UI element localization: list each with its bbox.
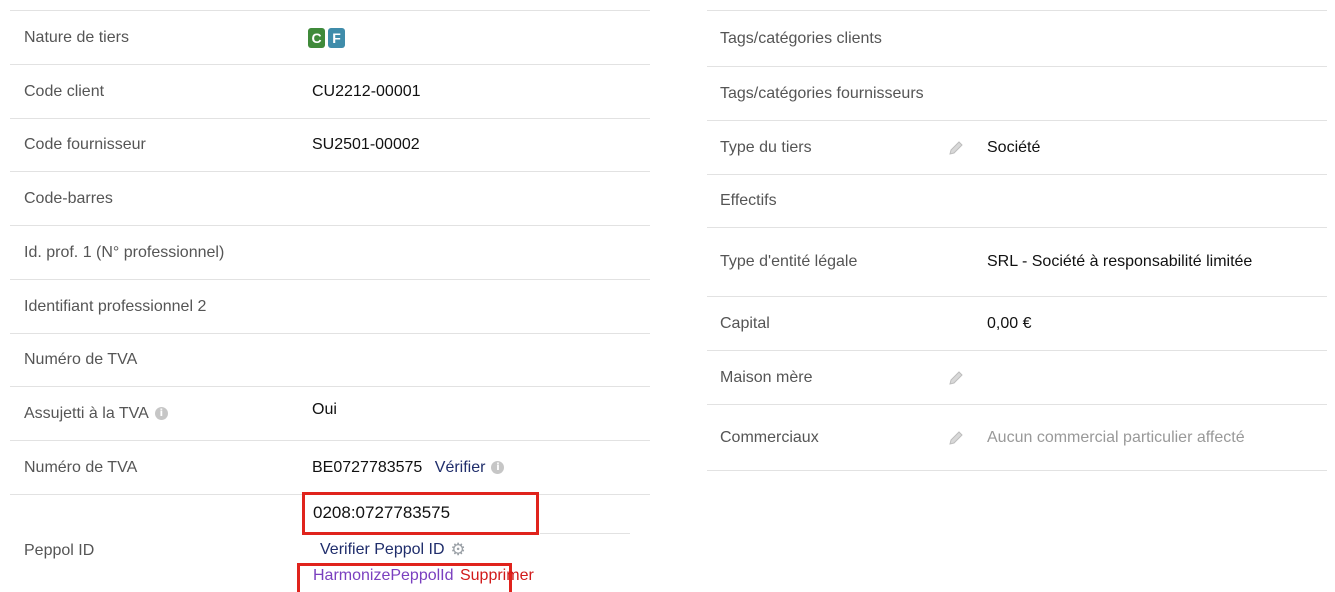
label-code-client: Code client (24, 82, 105, 100)
peppol-actions: HarmonizePeppolId Supprimer (313, 567, 534, 585)
row-code-client: Code client CU2212-00001 (10, 64, 650, 118)
row-code-barres: Code-barres (10, 171, 650, 225)
label-numero-tva: Numéro de TVA (24, 351, 138, 368)
row-id-prof-1: Id. prof. 1 (N° professionnel) (10, 225, 650, 279)
label-peppol-id: Peppol ID (24, 541, 95, 559)
label-numero-tva-2: Numéro de TVA (24, 458, 138, 476)
label-id-prof-1: Id. prof. 1 (N° professionnel) (24, 243, 225, 261)
value-capital: 0,00 € (987, 314, 1032, 332)
row-code-fournisseur: Code fournisseur SU2501-00002 (10, 118, 650, 171)
label-effectifs: Effectifs (720, 192, 777, 209)
value-code-client: CU2212-00001 (312, 82, 421, 100)
row-id-prof-2: Identifiant professionnel 2 (10, 279, 650, 333)
label-commerciaux: Commerciaux (720, 428, 819, 446)
label-nature-tiers: Nature de tiers (24, 28, 129, 46)
delete-peppol-id-link[interactable]: Supprimer (460, 567, 534, 584)
edit-maison-mere[interactable] (947, 369, 987, 387)
value-type-tiers: Société (987, 138, 1041, 156)
row-assujetti-tva: Assujetti à la TVA i Oui (10, 386, 650, 440)
label-maison-mere: Maison mère (720, 368, 813, 386)
value-code-fournisseur: SU2501-00002 (312, 136, 420, 153)
row-maison-mere: Maison mère (707, 350, 1327, 404)
value-commerciaux: Aucun commercial particulier affecté (987, 428, 1245, 446)
row-type-tiers: Type du tiers Société (707, 120, 1327, 174)
value-numero-tva-2-wrap: BE0727783575 Vérifier i (300, 459, 650, 477)
harmonize-peppol-id-link[interactable]: HarmonizePeppolId (313, 567, 454, 584)
nature-tiers-badges: CF (300, 27, 650, 48)
supplier-badge: F (328, 27, 345, 48)
value-numero-tva-2: BE0727783575 (312, 458, 423, 476)
verify-vat-link[interactable]: Vérifier (435, 459, 486, 476)
pencil-icon[interactable] (947, 139, 965, 157)
right-info-panel: Tags/catégories clients Tags/catégories … (707, 10, 1327, 471)
label-assujetti-tva: Assujetti à la TVA (24, 404, 149, 422)
label-type-tiers: Type du tiers (720, 138, 812, 156)
row-tags-clients: Tags/catégories clients (707, 10, 1327, 66)
label-tags-clients: Tags/catégories clients (720, 29, 882, 47)
customer-badge: C (308, 27, 325, 48)
edit-commerciaux[interactable] (947, 429, 987, 447)
verify-peppol-id-link[interactable]: Verifier Peppol ID (320, 541, 445, 558)
row-effectifs: Effectifs (707, 174, 1327, 227)
label-code-fournisseur: Code fournisseur (24, 136, 146, 153)
row-capital: Capital 0,00 € (707, 296, 1327, 350)
info-icon[interactable]: i (154, 406, 168, 420)
label-tags-fournisseurs: Tags/catégories fournisseurs (720, 84, 924, 102)
label-capital: Capital (720, 314, 770, 332)
value-assujetti-tva: Oui (312, 400, 337, 418)
label-assujetti-tva-wrap: Assujetti à la TVA i (10, 405, 300, 423)
row-nature-tiers: Nature de tiers CF (10, 10, 650, 64)
row-type-entite-legale: Type d'entité légale SRL - Société à res… (707, 227, 1327, 296)
value-peppol-id: 0208:0727783575 (313, 503, 451, 522)
label-id-prof-2: Identifiant professionnel 2 (24, 297, 207, 315)
value-type-entite-legale: SRL - Société à responsabilité limitée (987, 253, 1253, 270)
pencil-icon[interactable] (947, 369, 965, 387)
row-commerciaux: Commerciaux Aucun commercial particulier… (707, 404, 1327, 471)
row-numero-tva-intra: Numéro de TVA (10, 333, 650, 386)
label-type-entite-legale: Type d'entité légale (720, 253, 858, 270)
row-numero-tva: Numéro de TVA BE0727783575 Vérifier i (10, 440, 650, 494)
gear-icon[interactable]: ⚙ (451, 540, 466, 560)
row-tags-fournisseurs: Tags/catégories fournisseurs (707, 66, 1327, 120)
peppol-verify-wrap: Verifier Peppol ID ⚙ (320, 540, 466, 560)
label-code-barres: Code-barres (24, 189, 113, 207)
peppol-divider (540, 533, 630, 534)
info-icon[interactable]: i (491, 460, 505, 474)
edit-type-tiers[interactable] (947, 139, 987, 157)
pencil-icon[interactable] (947, 429, 965, 447)
